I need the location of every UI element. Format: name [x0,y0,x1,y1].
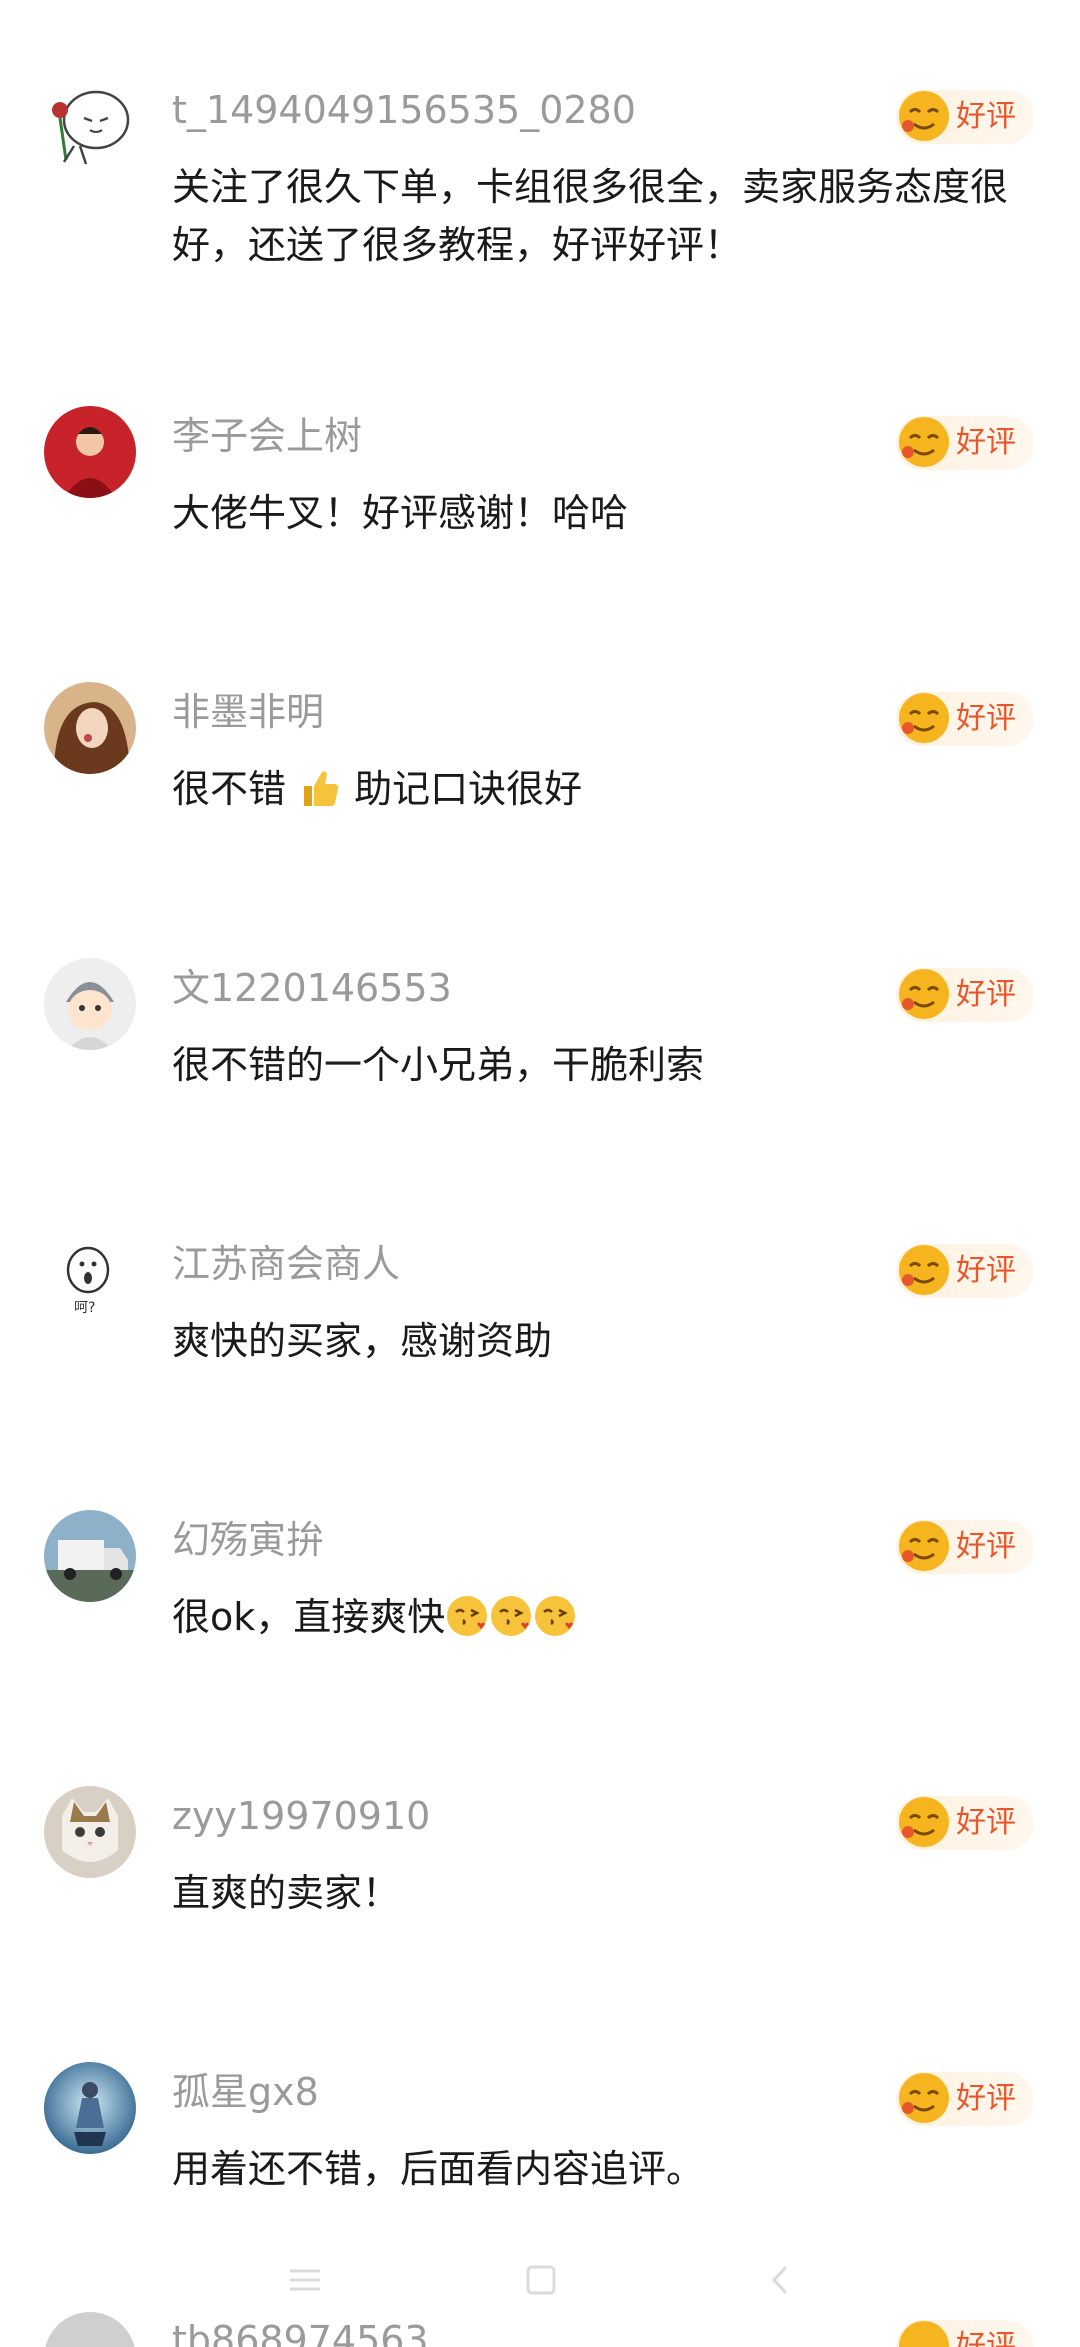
review-comment: 用着还不错，后面看内容追评。 [172,2147,705,2191]
svg-text:呵?: 呵? [74,1300,95,1316]
kiss-face-icon [535,1596,576,1636]
username[interactable]: 非墨非明 [172,688,324,736]
review-comment: 关注了很久下单，卡组很多很全，卖家服务态度很好，还送了很多教程，好评好评！ [172,165,1009,267]
partial-avatar[interactable] [44,2312,136,2347]
good-review-badge: 好评 [896,968,1034,1022]
badge-label: 好评 [956,425,1016,460]
smile-face-icon [899,2321,949,2347]
badge-label: 好评 [956,99,1016,134]
smile-face-icon [899,2073,949,2123]
good-review-badge: 好评 [896,1520,1034,1574]
red-photo-avatar[interactable] [44,406,136,498]
badge-label: 好评 [956,1529,1016,1564]
good-review-badge: 好评 [896,416,1034,470]
smile-face-icon [899,417,949,467]
good-review-badge: 好评 [896,2320,1034,2347]
username[interactable]: 幻殇寅拚 [172,1516,324,1564]
doodle-face-avatar[interactable]: 呵? [44,1234,136,1326]
smile-face-icon [899,1245,949,1295]
badge-label: 好评 [956,977,1016,1012]
girl-photo-avatar[interactable] [44,682,136,774]
username[interactable]: 江苏商会商人 [172,1240,400,1288]
review-comment: 大佬牛叉！好评感谢！哈哈 [172,491,629,535]
comment-text: 助记口诀很好 [342,767,583,811]
badge-label: 好评 [956,2081,1016,2116]
comment-text: 很ok，直接爽快 [172,1595,446,1639]
blue-figure-avatar[interactable] [44,2062,136,2154]
sketch-face-avatar[interactable] [44,80,136,172]
comment-text: 很不错 [172,767,299,811]
smile-face-icon [899,91,949,141]
review-comment: 直爽的卖家！ [172,1871,401,1915]
thumbs-up-icon [304,771,339,806]
smile-face-icon [899,1521,949,1571]
cat-photo-avatar[interactable] [44,1786,136,1878]
review-comment: 很ok，直接爽快 [172,1588,1042,1646]
badge-label: 好评 [956,1253,1016,1288]
badge-label: 好评 [956,701,1016,736]
username[interactable]: 文1220146553 [172,964,452,1012]
review-item: tb868974563 好评 [0,2294,1080,2347]
badge-label: 好评 [956,2329,1016,2347]
cartoon-boy-avatar[interactable] [44,958,136,1050]
review-comment: 很不错 助记口诀很好 [172,760,1042,818]
username[interactable]: zyy19970910 [172,1792,430,1840]
good-review-badge: 好评 [896,692,1034,746]
good-review-badge: 好评 [896,1796,1034,1850]
smile-face-icon [899,1797,949,1847]
truck-photo-avatar[interactable] [44,1510,136,1602]
kiss-face-icon [491,1596,532,1636]
review-comment: 很不错的一个小兄弟，干脆利索 [172,1043,705,1087]
good-review-badge: 好评 [896,90,1034,144]
username[interactable]: 李子会上树 [172,412,362,460]
review-comment: 爽快的买家，感谢资助 [172,1319,553,1363]
kiss-face-icon [447,1596,488,1636]
username[interactable]: 孤星gx8 [172,2068,319,2116]
username[interactable]: tb868974563 [172,2316,429,2347]
smile-face-icon [899,969,949,1019]
username[interactable]: t_1494049156535_0280 [172,86,636,134]
badge-label: 好评 [956,1805,1016,1840]
good-review-badge: 好评 [896,2072,1034,2126]
good-review-badge: 好评 [896,1244,1034,1298]
smile-face-icon [899,693,949,743]
